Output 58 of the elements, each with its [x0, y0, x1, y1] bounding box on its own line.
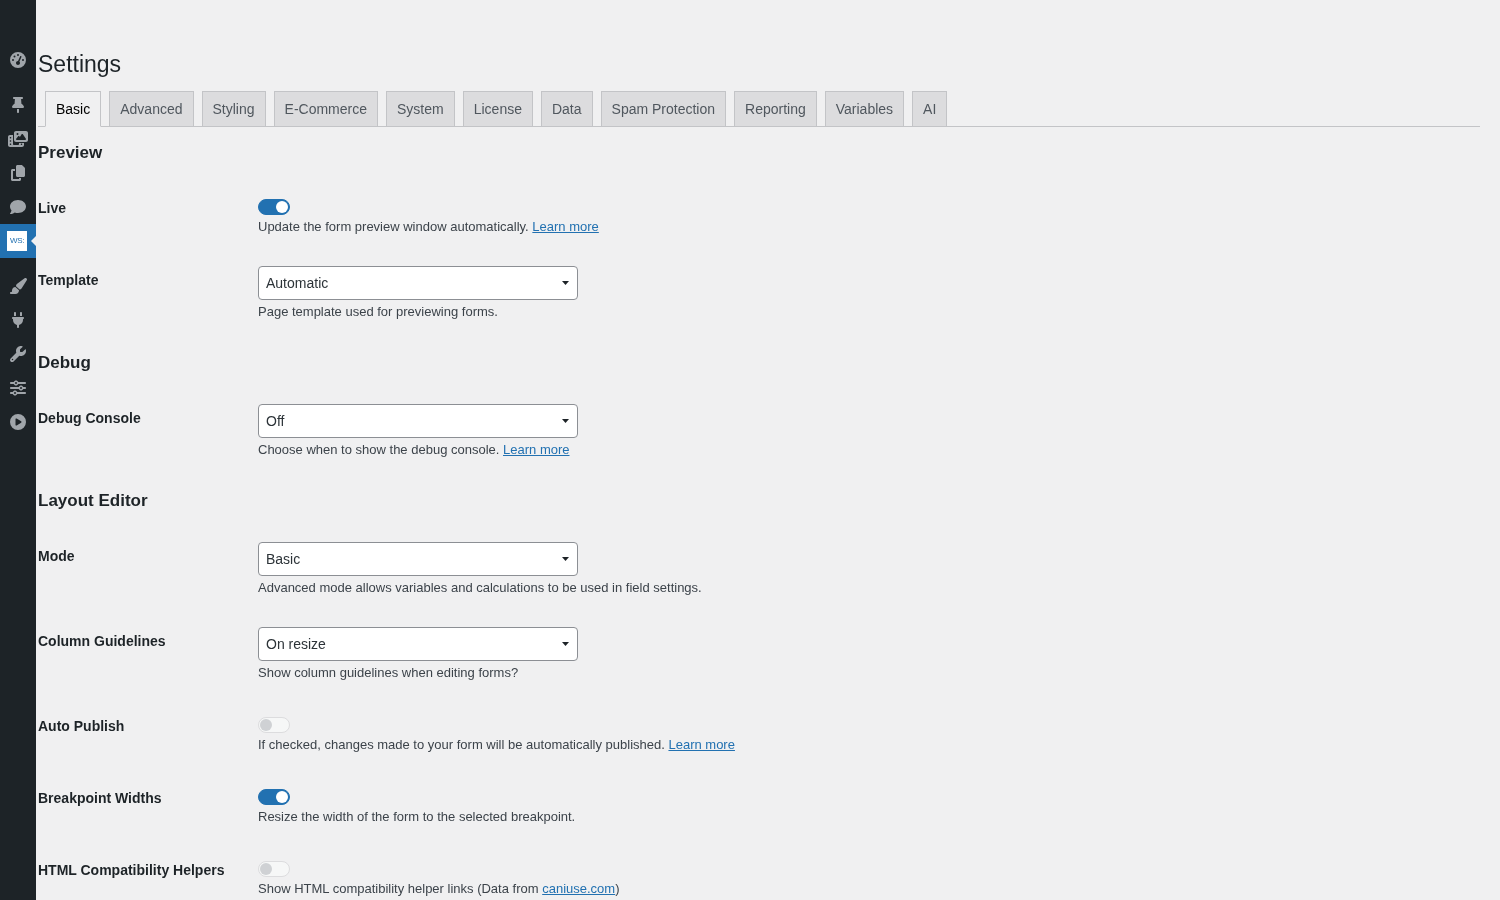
setting-label: Column Guidelines [38, 632, 167, 651]
settings-tab[interactable]: Basic [45, 91, 102, 127]
setting-description: Choose when to show the debug console. Learn more [258, 442, 570, 458]
setting-label: Debug Console [38, 409, 142, 428]
plug-icon [12, 312, 24, 328]
settings-tab[interactable]: E-Commerce [273, 91, 378, 127]
section-heading: Debug [38, 352, 92, 374]
toggle-switch[interactable] [258, 789, 290, 805]
dropdown-select[interactable]: On resize [258, 627, 578, 661]
sidebar-item[interactable]: WS: [0, 224, 36, 258]
setting-label: Mode [38, 547, 76, 566]
inline-link[interactable]: Learn more [532, 219, 599, 234]
setting-label: Auto Publish [38, 717, 126, 736]
documents-icon [11, 165, 25, 181]
plugin-logo: WS: [7, 231, 27, 251]
setting-description: Show column guidelines when editing forms? [258, 665, 519, 681]
setting-label: Template [38, 271, 100, 290]
photo-film-icon [8, 131, 28, 147]
caret-icon [562, 557, 569, 561]
section-heading: Preview [38, 142, 104, 164]
setting-description: Page template used for previewing forms. [258, 304, 498, 320]
inline-link[interactable]: caniuse.com [542, 881, 616, 896]
inline-link[interactable]: Learn more [503, 442, 570, 457]
setting-description: Update the form preview window automatically. Learn more [258, 219, 599, 235]
settings-tab[interactable]: Reporting [734, 91, 817, 127]
settings-tab[interactable]: Advanced [109, 91, 194, 127]
dropdown-select[interactable]: Off [258, 404, 578, 438]
pushpin-icon [12, 97, 24, 113]
toggle-switch[interactable] [258, 199, 290, 215]
setting-description: If checked, changes made to your form will be automatically published. Learn more [258, 737, 735, 753]
setting-label: HTML Compatibility Helpers [38, 861, 226, 880]
wrench-icon [10, 346, 26, 362]
paintbrush-icon [9, 278, 27, 294]
setting-description: Advanced mode allows variables and calculations to be used in field settings. [258, 580, 702, 596]
caret-icon [562, 419, 569, 423]
settings-tab[interactable]: Styling [201, 91, 266, 127]
settings-tab[interactable]: Variables [824, 91, 905, 127]
caret-icon [562, 642, 569, 646]
play-icon [10, 414, 26, 430]
page-title: Settings [38, 50, 123, 79]
settings-tab[interactable]: Spam Protection [600, 91, 727, 127]
section-heading: Layout Editor [38, 490, 149, 512]
setting-description: Resize the width of the form to the selected breakpoint. [258, 809, 576, 825]
setting-label: Live [38, 199, 67, 218]
dropdown-select[interactable]: Basic [258, 542, 578, 576]
sliders-icon [10, 380, 26, 396]
caret-icon [562, 281, 569, 285]
settings-tab[interactable]: Data [540, 91, 593, 127]
settings-tab[interactable]: System [386, 91, 455, 127]
setting-description: Show HTML compatibility helper links (Data from caniuse.com) [258, 881, 620, 897]
gauge-icon [10, 52, 26, 68]
setting-label: Breakpoint Widths [38, 789, 163, 808]
inline-link[interactable]: Learn more [668, 737, 735, 752]
triangle-icon [31, 236, 36, 246]
settings-tab[interactable]: AI [912, 91, 948, 127]
settings-tab[interactable]: License [462, 91, 533, 127]
speech-bubble-icon [10, 199, 26, 215]
dropdown-select[interactable]: Automatic [258, 266, 578, 300]
